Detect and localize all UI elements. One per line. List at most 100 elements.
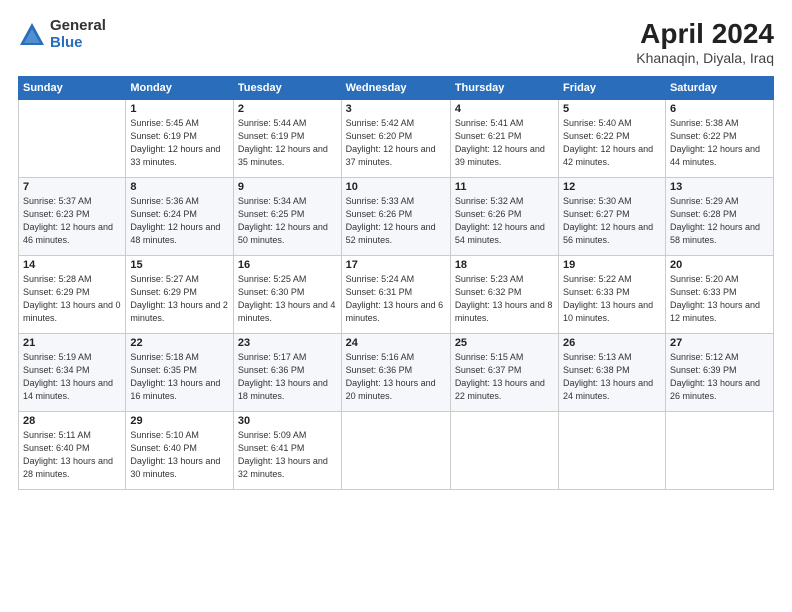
table-row: 23 Sunrise: 5:17 AMSunset: 6:36 PMDaylig…: [233, 334, 341, 412]
day-info: Sunrise: 5:18 AMSunset: 6:35 PMDaylight:…: [130, 352, 220, 401]
day-info: Sunrise: 5:38 AMSunset: 6:22 PMDaylight:…: [670, 118, 760, 167]
logo-blue: Blue: [50, 35, 106, 52]
page: General Blue April 2024 Khanaqin, Diyala…: [0, 0, 792, 612]
table-row: 2 Sunrise: 5:44 AMSunset: 6:19 PMDayligh…: [233, 100, 341, 178]
logo: General Blue: [18, 18, 106, 51]
day-info: Sunrise: 5:36 AMSunset: 6:24 PMDaylight:…: [130, 196, 220, 245]
table-row: 18 Sunrise: 5:23 AMSunset: 6:32 PMDaylig…: [450, 256, 558, 334]
day-number: 4: [455, 103, 554, 115]
table-row: 30 Sunrise: 5:09 AMSunset: 6:41 PMDaylig…: [233, 412, 341, 490]
day-number: 9: [238, 181, 337, 193]
table-row: [559, 412, 666, 490]
col-monday: Monday: [126, 77, 234, 100]
day-number: 23: [238, 337, 337, 349]
table-row: 28 Sunrise: 5:11 AMSunset: 6:40 PMDaylig…: [19, 412, 126, 490]
table-row: 8 Sunrise: 5:36 AMSunset: 6:24 PMDayligh…: [126, 178, 234, 256]
table-row: 16 Sunrise: 5:25 AMSunset: 6:30 PMDaylig…: [233, 256, 341, 334]
day-info: Sunrise: 5:28 AMSunset: 6:29 PMDaylight:…: [23, 274, 121, 323]
day-number: 29: [130, 415, 229, 427]
calendar-table: Sunday Monday Tuesday Wednesday Thursday…: [18, 76, 774, 490]
col-saturday: Saturday: [665, 77, 773, 100]
day-info: Sunrise: 5:30 AMSunset: 6:27 PMDaylight:…: [563, 196, 653, 245]
table-row: 24 Sunrise: 5:16 AMSunset: 6:36 PMDaylig…: [341, 334, 450, 412]
day-info: Sunrise: 5:17 AMSunset: 6:36 PMDaylight:…: [238, 352, 328, 401]
day-number: 10: [346, 181, 446, 193]
table-row: 15 Sunrise: 5:27 AMSunset: 6:29 PMDaylig…: [126, 256, 234, 334]
table-row: [19, 100, 126, 178]
table-row: 13 Sunrise: 5:29 AMSunset: 6:28 PMDaylig…: [665, 178, 773, 256]
day-info: Sunrise: 5:10 AMSunset: 6:40 PMDaylight:…: [130, 430, 220, 479]
table-row: 21 Sunrise: 5:19 AMSunset: 6:34 PMDaylig…: [19, 334, 126, 412]
day-info: Sunrise: 5:33 AMSunset: 6:26 PMDaylight:…: [346, 196, 436, 245]
day-info: Sunrise: 5:20 AMSunset: 6:33 PMDaylight:…: [670, 274, 760, 323]
day-number: 1: [130, 103, 229, 115]
header: General Blue April 2024 Khanaqin, Diyala…: [18, 18, 774, 66]
day-info: Sunrise: 5:15 AMSunset: 6:37 PMDaylight:…: [455, 352, 545, 401]
table-row: 20 Sunrise: 5:20 AMSunset: 6:33 PMDaylig…: [665, 256, 773, 334]
day-info: Sunrise: 5:09 AMSunset: 6:41 PMDaylight:…: [238, 430, 328, 479]
table-row: 4 Sunrise: 5:41 AMSunset: 6:21 PMDayligh…: [450, 100, 558, 178]
table-row: 19 Sunrise: 5:22 AMSunset: 6:33 PMDaylig…: [559, 256, 666, 334]
calendar-header-row: Sunday Monday Tuesday Wednesday Thursday…: [19, 77, 774, 100]
logo-general: General: [50, 18, 106, 35]
table-row: [665, 412, 773, 490]
day-number: 5: [563, 103, 661, 115]
day-info: Sunrise: 5:27 AMSunset: 6:29 PMDaylight:…: [130, 274, 228, 323]
day-info: Sunrise: 5:12 AMSunset: 6:39 PMDaylight:…: [670, 352, 760, 401]
col-thursday: Thursday: [450, 77, 558, 100]
logo-icon: [18, 21, 46, 49]
day-info: Sunrise: 5:16 AMSunset: 6:36 PMDaylight:…: [346, 352, 436, 401]
day-number: 27: [670, 337, 769, 349]
day-number: 24: [346, 337, 446, 349]
day-info: Sunrise: 5:29 AMSunset: 6:28 PMDaylight:…: [670, 196, 760, 245]
day-info: Sunrise: 5:34 AMSunset: 6:25 PMDaylight:…: [238, 196, 328, 245]
day-info: Sunrise: 5:22 AMSunset: 6:33 PMDaylight:…: [563, 274, 653, 323]
day-info: Sunrise: 5:37 AMSunset: 6:23 PMDaylight:…: [23, 196, 113, 245]
calendar-week-row: 28 Sunrise: 5:11 AMSunset: 6:40 PMDaylig…: [19, 412, 774, 490]
table-row: 26 Sunrise: 5:13 AMSunset: 6:38 PMDaylig…: [559, 334, 666, 412]
day-number: 16: [238, 259, 337, 271]
table-row: 10 Sunrise: 5:33 AMSunset: 6:26 PMDaylig…: [341, 178, 450, 256]
logo-text: General Blue: [50, 18, 106, 51]
day-number: 15: [130, 259, 229, 271]
day-number: 26: [563, 337, 661, 349]
location-title: Khanaqin, Diyala, Iraq: [636, 50, 774, 66]
table-row: 11 Sunrise: 5:32 AMSunset: 6:26 PMDaylig…: [450, 178, 558, 256]
calendar-week-row: 14 Sunrise: 5:28 AMSunset: 6:29 PMDaylig…: [19, 256, 774, 334]
table-row: 27 Sunrise: 5:12 AMSunset: 6:39 PMDaylig…: [665, 334, 773, 412]
day-info: Sunrise: 5:44 AMSunset: 6:19 PMDaylight:…: [238, 118, 328, 167]
table-row: 7 Sunrise: 5:37 AMSunset: 6:23 PMDayligh…: [19, 178, 126, 256]
day-number: 8: [130, 181, 229, 193]
day-number: 28: [23, 415, 121, 427]
table-row: 6 Sunrise: 5:38 AMSunset: 6:22 PMDayligh…: [665, 100, 773, 178]
day-number: 7: [23, 181, 121, 193]
day-number: 11: [455, 181, 554, 193]
day-number: 30: [238, 415, 337, 427]
month-title: April 2024: [636, 18, 774, 50]
day-number: 18: [455, 259, 554, 271]
day-number: 3: [346, 103, 446, 115]
day-number: 2: [238, 103, 337, 115]
day-info: Sunrise: 5:23 AMSunset: 6:32 PMDaylight:…: [455, 274, 553, 323]
table-row: 17 Sunrise: 5:24 AMSunset: 6:31 PMDaylig…: [341, 256, 450, 334]
day-number: 12: [563, 181, 661, 193]
day-info: Sunrise: 5:19 AMSunset: 6:34 PMDaylight:…: [23, 352, 113, 401]
day-number: 21: [23, 337, 121, 349]
table-row: 29 Sunrise: 5:10 AMSunset: 6:40 PMDaylig…: [126, 412, 234, 490]
calendar-week-row: 1 Sunrise: 5:45 AMSunset: 6:19 PMDayligh…: [19, 100, 774, 178]
day-number: 22: [130, 337, 229, 349]
table-row: 25 Sunrise: 5:15 AMSunset: 6:37 PMDaylig…: [450, 334, 558, 412]
col-tuesday: Tuesday: [233, 77, 341, 100]
table-row: 3 Sunrise: 5:42 AMSunset: 6:20 PMDayligh…: [341, 100, 450, 178]
day-info: Sunrise: 5:32 AMSunset: 6:26 PMDaylight:…: [455, 196, 545, 245]
table-row: [450, 412, 558, 490]
day-info: Sunrise: 5:42 AMSunset: 6:20 PMDaylight:…: [346, 118, 436, 167]
table-row: [341, 412, 450, 490]
table-row: 12 Sunrise: 5:30 AMSunset: 6:27 PMDaylig…: [559, 178, 666, 256]
day-number: 20: [670, 259, 769, 271]
table-row: 22 Sunrise: 5:18 AMSunset: 6:35 PMDaylig…: [126, 334, 234, 412]
day-info: Sunrise: 5:13 AMSunset: 6:38 PMDaylight:…: [563, 352, 653, 401]
title-block: April 2024 Khanaqin, Diyala, Iraq: [636, 18, 774, 66]
day-info: Sunrise: 5:24 AMSunset: 6:31 PMDaylight:…: [346, 274, 444, 323]
table-row: 1 Sunrise: 5:45 AMSunset: 6:19 PMDayligh…: [126, 100, 234, 178]
